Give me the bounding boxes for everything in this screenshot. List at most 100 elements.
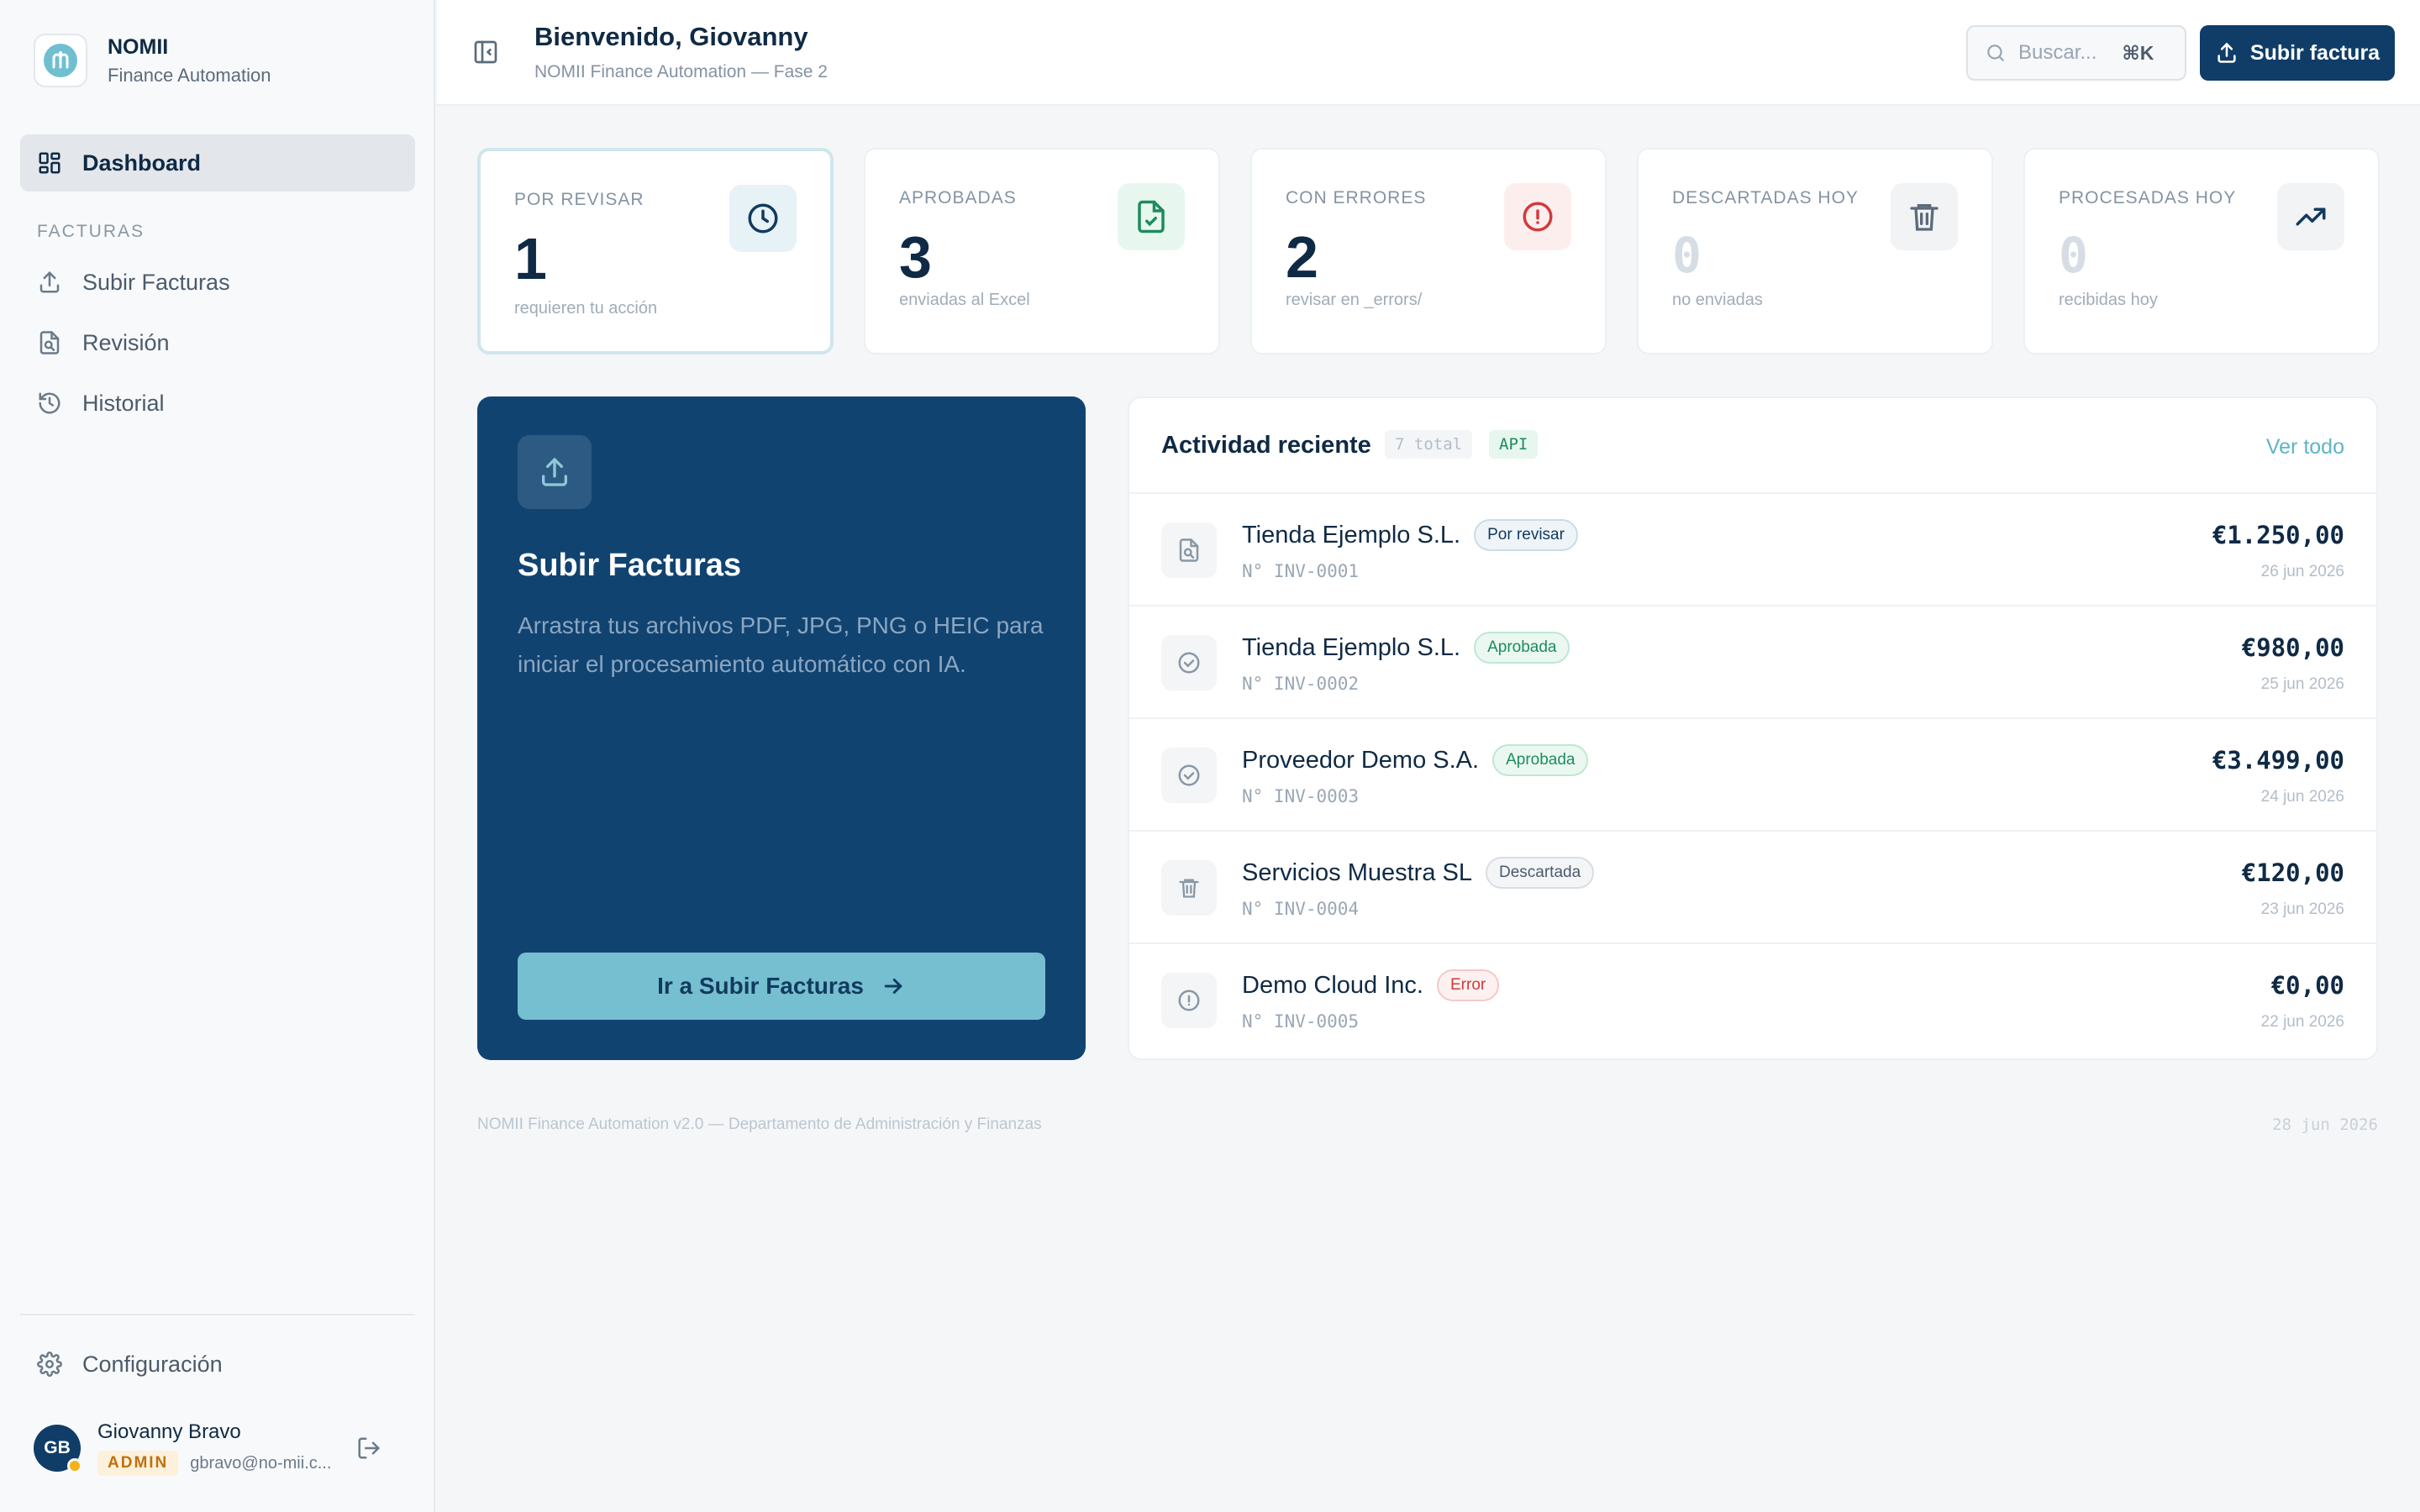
activity-count-badge: 7 total <box>1385 430 1473 459</box>
invoice-amount: €980,00 <box>2241 633 2344 662</box>
invoice-date: 23 jun 2026 <box>2260 900 2344 918</box>
stat-value: 3 <box>899 224 932 290</box>
upload-hero-card: Subir Facturas Arrastra tus archivos PDF… <box>477 396 1086 1060</box>
brand-logo <box>34 34 87 87</box>
stat-title: POR REVISAR <box>514 190 644 209</box>
activity-row[interactable]: Servicios Muestra SL Descartada N° INV-0… <box>1129 832 2376 944</box>
file-review-icon <box>1161 522 1217 578</box>
sidebar-item-label: Dashboard <box>82 150 202 176</box>
avatar-initials: GB <box>44 1438 71 1457</box>
api-badge: API <box>1489 430 1539 459</box>
stat-card-procesadas-hoy[interactable]: PROCESADAS HOY 0 recibidas hoy <box>2023 148 2380 354</box>
recent-activity-panel: Actividad reciente 7 total API Ver todo … <box>1128 396 2378 1060</box>
avatar[interactable]: GB <box>34 1425 82 1473</box>
stat-title: CON ERRORES <box>1286 188 1427 207</box>
upload-icon <box>518 435 592 509</box>
user-email: gbravo@no-mii.c... <box>190 1453 332 1473</box>
footer-text: NOMII Finance Automation v2.0 — Departam… <box>477 1116 1042 1133</box>
sidebar-item-label: Revisión <box>82 329 170 355</box>
sidebar-item-subir-facturas[interactable]: Subir Facturas <box>20 255 415 309</box>
invoice-number: N° INV-0005 <box>1242 1011 1360 1032</box>
invoice-number: N° INV-0004 <box>1242 899 1360 919</box>
top-header: Bienvenido, Giovanny NOMII Finance Autom… <box>437 0 2420 106</box>
activity-row[interactable]: Demo Cloud Inc. Error N° INV-0005 €0,00 … <box>1129 944 2376 1057</box>
activity-row[interactable]: Proveedor Demo S.A. Aprobada N° INV-0003… <box>1129 719 2376 832</box>
activity-row[interactable]: Tienda Ejemplo S.L. Por revisar N° INV-0… <box>1129 494 2376 606</box>
upload-invoice-button[interactable]: Subir factura <box>2200 25 2395 81</box>
clock-icon <box>729 185 797 252</box>
check-circle-icon <box>1161 635 1217 690</box>
status-badge: Por revisar <box>1474 519 1578 551</box>
status-dot <box>67 1458 82 1473</box>
stat-card-aprobadas[interactable]: APROBADAS 3 enviadas al Excel <box>864 148 1220 354</box>
search-icon <box>1985 42 2007 64</box>
sidebar-item-label: Historial <box>82 390 165 416</box>
activity-header: Actividad reciente 7 total API Ver todo <box>1129 398 2376 494</box>
alert-circle-icon <box>1504 183 1571 250</box>
file-check-icon <box>1118 183 1185 250</box>
stat-note: no enviadas <box>1672 291 1763 309</box>
stat-note: enviadas al Excel <box>899 291 1030 309</box>
logout-icon[interactable] <box>356 1436 381 1461</box>
go-to-upload-button[interactable]: Ir a Subir Facturas <box>518 953 1045 1020</box>
go-to-upload-label: Ir a Subir Facturas <box>657 973 864 999</box>
check-circle-icon <box>1161 748 1217 803</box>
activity-title: Actividad reciente <box>1161 432 1371 459</box>
invoice-amount: €120,00 <box>2241 858 2344 887</box>
file-review-icon <box>37 330 62 355</box>
sidebar-item-label: Subir Facturas <box>82 269 230 295</box>
stat-note: requieren tu acción <box>514 299 658 318</box>
stat-title: DESCARTADAS HOY <box>1672 188 1859 207</box>
brand-name: NOMII <box>108 34 169 59</box>
trending-up-icon <box>2277 183 2344 250</box>
logo-icon <box>44 44 77 77</box>
brand[interactable]: NOMII Finance Automation <box>34 34 271 87</box>
upload-icon <box>2215 41 2238 65</box>
footer-date: 28 jun 2026 <box>2272 1116 2378 1134</box>
alert-circle-icon <box>1161 973 1217 1028</box>
stat-card-con-errores[interactable]: CON ERRORES 2 revisar en _errors/ <box>1250 148 1607 354</box>
stat-value: 2 <box>1286 224 1318 290</box>
status-badge: Aprobada <box>1492 744 1589 776</box>
user-name: Giovanny Bravo <box>97 1420 241 1443</box>
invoice-number: N° INV-0003 <box>1242 786 1360 806</box>
invoice-amount: €0,00 <box>2270 971 2344 1000</box>
stat-value: 0 <box>2059 227 2088 284</box>
stat-card-descartadas-hoy[interactable]: DESCARTADAS HOY 0 no enviadas <box>1637 148 1993 354</box>
sidebar-item-dashboard[interactable]: Dashboard <box>20 134 415 192</box>
sidebar-item-historial[interactable]: Historial <box>20 376 415 430</box>
sidebar-item-configuracion[interactable]: Configuración <box>20 1337 223 1391</box>
vendor-name: Tienda Ejemplo S.L. <box>1242 521 1461 549</box>
trash-icon <box>1891 183 1958 250</box>
stat-value: 0 <box>1672 227 1702 284</box>
hero-description: Arrastra tus archivos PDF, JPG, PNG o HE… <box>518 612 1044 677</box>
page-title: Bienvenido, Giovanny <box>534 22 808 51</box>
vendor-name: Demo Cloud Inc. <box>1242 971 1423 999</box>
invoice-amount: €3.499,00 <box>2212 746 2344 774</box>
stat-value: 1 <box>514 226 547 291</box>
search-input[interactable]: Buscar... ⌘K <box>1966 25 2186 81</box>
vendor-name: Servicios Muestra SL <box>1242 858 1472 886</box>
invoice-number: N° INV-0001 <box>1242 561 1360 581</box>
sidebar-item-revision[interactable]: Revisión <box>20 316 415 370</box>
gear-icon <box>37 1352 62 1377</box>
invoice-date: 26 jun 2026 <box>2260 563 2344 580</box>
upload-icon <box>37 270 62 295</box>
stat-title: APROBADAS <box>899 188 1017 207</box>
vendor-name: Tienda Ejemplo S.L. <box>1242 633 1461 661</box>
invoice-date: 25 jun 2026 <box>2260 675 2344 693</box>
search-placeholder: Buscar... <box>2018 41 2097 64</box>
view-all-link[interactable]: Ver todo <box>2266 435 2344 459</box>
activity-row[interactable]: Tienda Ejemplo S.L. Aprobada N° INV-0002… <box>1129 606 2376 719</box>
dashboard-icon <box>37 150 62 176</box>
trash-icon <box>1161 860 1217 916</box>
arrow-right-icon <box>881 974 906 999</box>
sidebar: NOMII Finance Automation Dashboard FACTU… <box>0 0 435 1512</box>
sidebar-toggle-icon[interactable] <box>472 39 499 66</box>
stat-card-por-revisar[interactable]: POR REVISAR 1 requieren tu acción <box>477 148 834 354</box>
history-icon <box>37 391 62 416</box>
status-badge: Aprobada <box>1474 632 1570 664</box>
hero-title: Subir Facturas <box>518 548 742 583</box>
status-badge: Error <box>1437 969 1500 1001</box>
section-label-facturas: FACTURAS <box>37 222 145 241</box>
